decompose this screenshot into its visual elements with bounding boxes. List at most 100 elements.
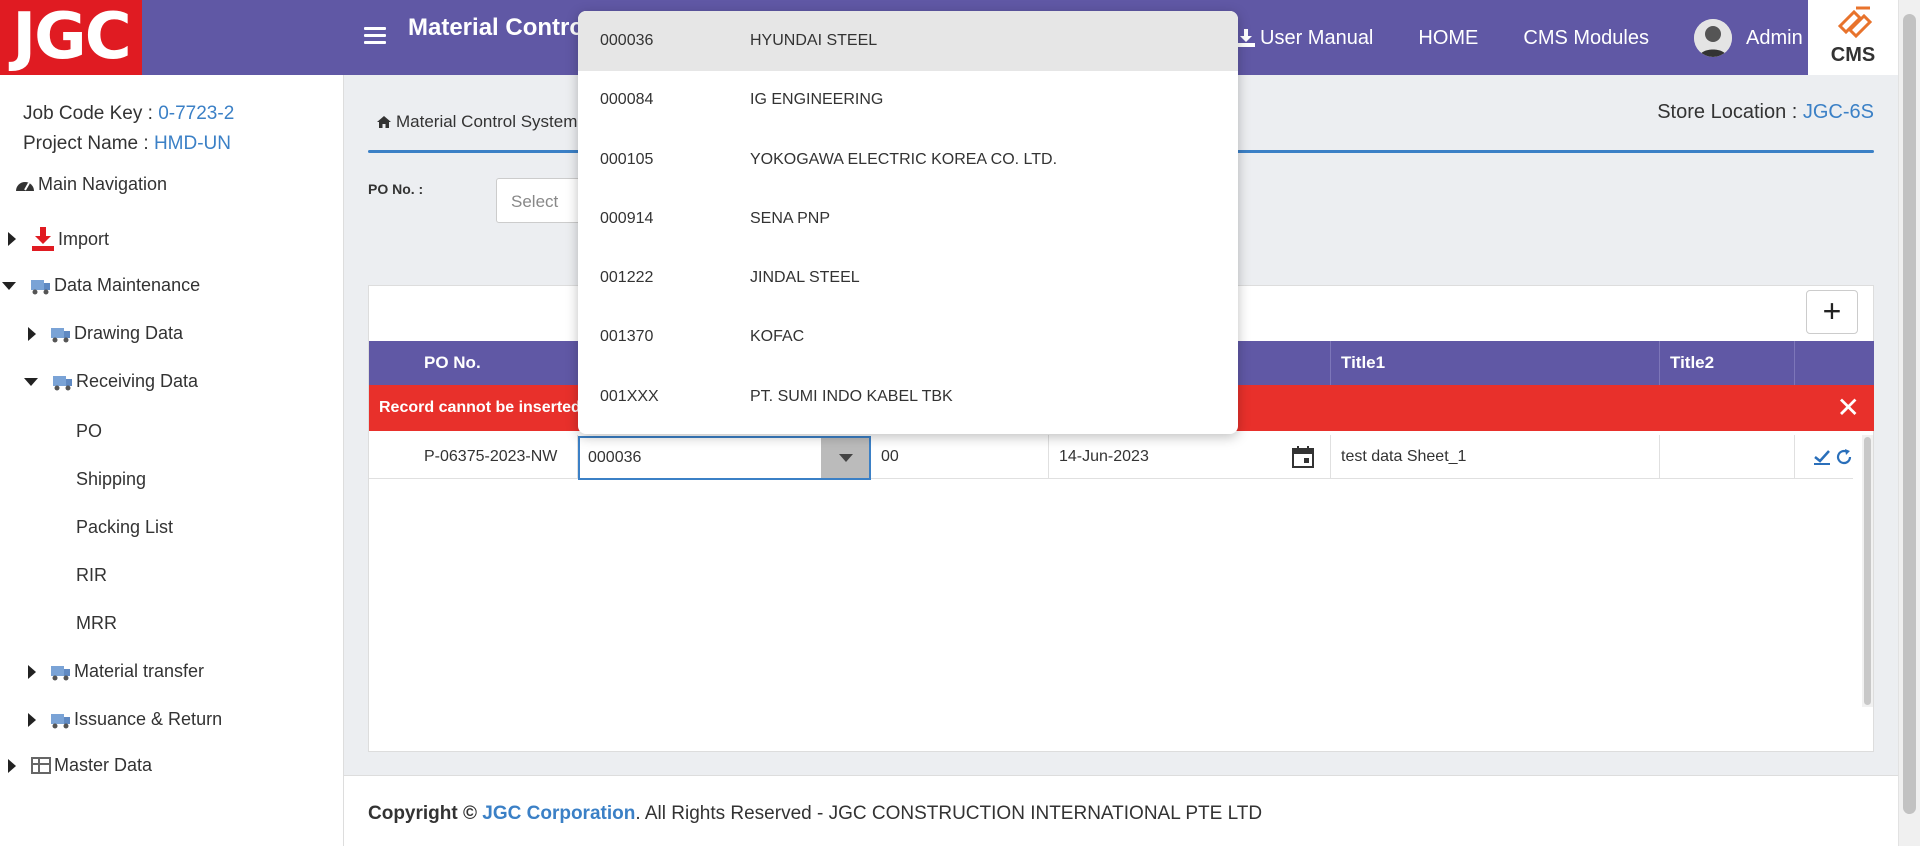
collapse-icon [24,377,38,386]
close-icon[interactable]: ✕ [1837,385,1860,431]
copyright-rest: . All Rights Reserved - JGC CONSTRUCTION… [635,803,1263,824]
option-code: 000084 [600,91,654,108]
breadcrumb[interactable]: Material Control System [376,112,577,132]
sidebar-item-rir[interactable]: RIR [76,565,107,586]
truck-icon [51,713,70,728]
option-name: KOFAC [750,328,805,345]
jgc-logo: JGC [0,0,142,75]
truck-icon [51,327,70,342]
dropdown-option[interactable]: 001222 JINDAL STEEL [578,248,1238,308]
store-location-value: JGC-6S [1802,101,1874,123]
sidebar-item-label: Issuance & Return [74,709,223,729]
sidebar-item-mrr[interactable]: MRR [76,613,117,634]
vendor-combobox[interactable]: 000036 [578,436,871,480]
option-code: 001222 [600,269,654,286]
table-row[interactable]: P-06375-2023-NW 000036 00 14-Jun-2023 te… [369,435,1853,480]
sidebar-item-issuance-return[interactable]: Issuance & Return [28,709,222,730]
dropdown-option[interactable]: 000105 YOKOGAWA ELECTRIC KOREA CO. LTD. [578,130,1238,190]
sidebar-item-import[interactable]: Import [8,226,109,252]
cms-modules-link[interactable]: CMS Modules [1523,27,1649,50]
dashboard-icon [16,181,34,191]
dropdown-option[interactable]: 001370 KOFAC [578,307,1238,367]
collapse-icon [2,281,16,290]
expand-icon [28,664,36,679]
dropdown-option[interactable]: 000084 IG ENGINEERING [578,70,1238,130]
truck-icon [53,375,72,390]
sidebar-item-drawing-data[interactable]: Drawing Data [28,323,183,344]
chevron-down-icon[interactable] [821,438,869,478]
vendor-combobox-value[interactable]: 000036 [588,438,641,478]
job-code-value: 0-7723-2 [158,103,235,124]
expand-icon [8,232,16,246]
calendar-icon[interactable] [1292,446,1314,468]
save-icon[interactable] [1813,448,1831,466]
sidebar-item-label: Receiving Data [76,371,199,391]
option-name: SENA PNP [750,210,831,227]
sidebar-item-data-maintenance[interactable]: Data Maintenance [2,275,200,296]
sidebar-item-packing-list[interactable]: Packing List [76,517,173,538]
expand-icon [28,712,36,727]
project-label: Project Name : [23,133,154,154]
home-icon [377,116,391,128]
grid-scrollbar[interactable] [1862,435,1873,707]
user-manual-link[interactable]: User Manual [1236,27,1373,50]
cell-po-no[interactable]: P-06375-2023-NW [369,435,578,479]
cms-logo: CMS [1808,0,1898,75]
column-po-no[interactable]: PO No. [369,341,579,385]
dropdown-option[interactable]: 001XXX PT. SUMI INDO KABEL TBK [578,367,1238,427]
sidebar: Job Code Key : 0-7723-2 Project Name : H… [0,75,344,846]
company-link[interactable]: JGC Corporation [482,803,635,824]
sidebar-item-master-data[interactable]: Master Data [8,755,152,776]
top-nav: User Manual HOME CMS Modules Admin [1236,19,1803,57]
column-title1[interactable]: Title1 [1331,341,1660,385]
dropdown-option[interactable]: 000036 HYUNDAI STEEL [578,11,1238,71]
menu-toggle-icon[interactable] [364,27,386,47]
cell-revision[interactable]: 00 [871,435,1049,479]
table-icon [31,756,51,774]
cell-title1[interactable]: test data Sheet_1 [1331,435,1660,479]
sidebar-item-shipping[interactable]: Shipping [76,469,146,490]
refresh-icon[interactable] [1835,448,1853,466]
option-code: 000914 [600,210,654,227]
error-message: Record cannot be inserted [379,399,581,416]
option-name: PT. SUMI INDO KABEL TBK [750,388,953,405]
store-location-label: Store Location : [1657,101,1803,123]
store-location: Store Location : JGC-6S [1657,101,1874,124]
option-code: 000105 [600,151,654,168]
option-name: IG ENGINEERING [750,91,884,108]
option-code: 001370 [600,328,654,345]
cell-date-value: 14-Jun-2023 [1059,448,1149,465]
truck-icon [31,279,50,294]
sidebar-item-label: Import [58,228,110,249]
user-name: Admin [1746,26,1803,49]
column-title2[interactable]: Title2 [1660,341,1795,385]
sidebar-item-label: Master Data [54,755,153,775]
sidebar-item-label: Data Maintenance [54,275,201,295]
option-code: 001XXX [600,388,659,405]
sidebar-item-receiving-data[interactable]: Receiving Data [24,371,198,392]
page-scrollbar[interactable] [1898,0,1920,846]
user-menu[interactable]: Admin [1694,19,1803,57]
copyright-label: Copyright © [368,803,483,824]
option-code: 000036 [600,32,654,49]
import-icon [32,227,54,251]
sidebar-item-label: Drawing Data [74,323,184,343]
job-info: Job Code Key : 0-7723-2 Project Name : H… [23,99,234,159]
job-code-label: Job Code Key : [23,103,159,124]
main-navigation-label: Main Navigation [38,174,168,194]
home-link[interactable]: HOME [1418,27,1478,50]
vendor-dropdown-list: 000036 HYUNDAI STEEL 000084 IG ENGINEERI… [578,11,1238,434]
project-value: HMD-UN [153,133,231,154]
cms-mark-icon [1837,6,1873,39]
option-name: HYUNDAI STEEL [750,32,878,49]
cms-logo-text: CMS [1830,44,1876,66]
sidebar-item-po[interactable]: PO [76,421,102,442]
main-navigation-header: Main Navigation [14,174,167,195]
add-row-button[interactable]: + [1806,290,1858,334]
cell-title2[interactable] [1660,435,1795,479]
expand-icon [28,326,36,341]
cell-date[interactable]: 14-Jun-2023 [1049,435,1331,479]
sidebar-item-material-transfer[interactable]: Material transfer [28,661,204,682]
column-actions [1795,341,1874,385]
dropdown-option[interactable]: 000914 SENA PNP [578,189,1238,249]
